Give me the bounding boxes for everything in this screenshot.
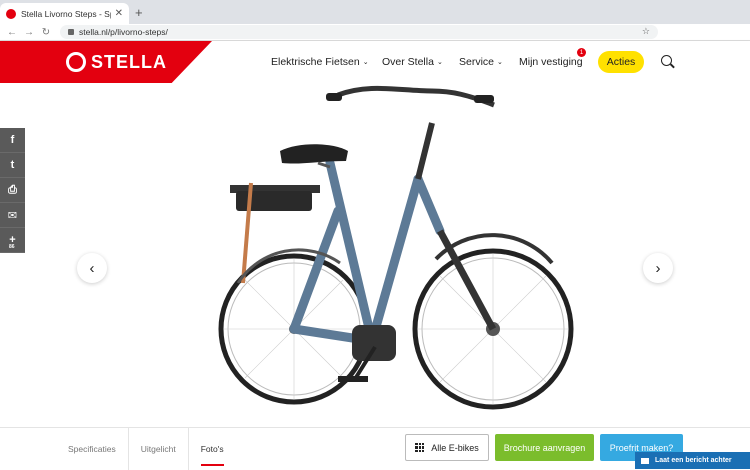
browser-tab[interactable]: Stella Livorno Steps - Sportie… ✕ — [0, 3, 129, 24]
carousel-next-button[interactable]: › — [643, 253, 673, 283]
chat-label: Laat een bericht achter — [655, 457, 732, 464]
share-sidebar: f t ⎙ ✉ + 86 — [0, 128, 25, 253]
browser-tab-bar: Stella Livorno Steps - Sportie… ✕ + — [0, 0, 750, 24]
tab-title: Stella Livorno Steps - Sportie… — [21, 8, 111, 19]
all-ebikes-label: Alle E-bikes — [431, 442, 479, 453]
share-count: 86 — [9, 244, 15, 250]
brochure-button[interactable]: Brochure aanvragen — [495, 434, 594, 461]
stella-logo-icon — [66, 52, 86, 72]
twitter-icon[interactable]: t — [0, 153, 25, 178]
tab-uitgelicht[interactable]: Uitgelicht — [129, 428, 189, 470]
menu-label: Over Stella — [382, 56, 434, 68]
chevron-down-icon: ⌄ — [436, 59, 443, 66]
new-tab-button[interactable]: + — [135, 5, 143, 20]
facebook-icon[interactable]: f — [0, 128, 25, 153]
menu-item-service[interactable]: Service ⌄ — [459, 41, 503, 83]
mail-icon — [641, 457, 649, 464]
chevron-down-icon: ⌄ — [497, 59, 503, 66]
print-icon[interactable]: ⎙ — [0, 178, 25, 203]
menu-item-mijn-vestiging[interactable]: Mijn vestiging — [519, 41, 583, 83]
tab-fotos[interactable]: Foto's — [189, 428, 236, 470]
email-icon[interactable]: ✉ — [0, 203, 25, 228]
grid-icon — [415, 443, 425, 452]
all-ebikes-button[interactable]: Alle E-bikes — [405, 434, 489, 461]
notification-badge: 1 — [577, 48, 586, 57]
forward-icon[interactable]: → — [24, 27, 34, 38]
browser-toolbar: ← → ↻ stella.nl/p/livorno-steps/ ☆ M — [0, 24, 750, 62]
bookmark-star-icon[interactable]: ☆ — [642, 26, 650, 37]
reload-icon[interactable]: ↻ — [41, 27, 51, 38]
acties-button[interactable]: Acties — [598, 51, 644, 73]
chat-widget[interactable]: Laat een bericht achter — [635, 452, 750, 469]
carousel-prev-button[interactable]: ‹ — [77, 253, 107, 283]
lock-icon — [68, 29, 74, 35]
stella-favicon-icon — [6, 8, 16, 19]
menu-label: Mijn vestiging — [519, 56, 583, 68]
site-header: STELLA Elektrische Fietsen ⌄ Over Stella… — [0, 41, 750, 83]
product-carousel: ‹ › — [0, 83, 750, 427]
bike-image — [218, 85, 574, 410]
share-more-button[interactable]: + 86 — [0, 228, 25, 253]
menu-label: Elektrische Fietsen — [271, 56, 360, 68]
menu-item-elektrische-fietsen[interactable]: Elektrische Fietsen ⌄ — [271, 41, 369, 83]
search-icon[interactable] — [661, 55, 672, 66]
menu-item-over-stella[interactable]: Over Stella ⌄ — [382, 41, 443, 83]
back-icon[interactable]: ← — [7, 27, 17, 38]
url-text: stella.nl/p/livorno-steps/ — [79, 27, 168, 37]
chevron-down-icon: ⌄ — [362, 59, 369, 66]
tab-specificaties[interactable]: Specificaties — [56, 428, 129, 470]
product-tabs: Specificaties Uitgelicht Foto's — [56, 428, 236, 470]
close-tab-icon[interactable]: ✕ — [115, 8, 123, 19]
address-bar[interactable]: stella.nl/p/livorno-steps/ ☆ — [60, 25, 658, 39]
menu-label: Service — [459, 56, 495, 68]
logo-text[interactable]: STELLA — [91, 52, 167, 73]
